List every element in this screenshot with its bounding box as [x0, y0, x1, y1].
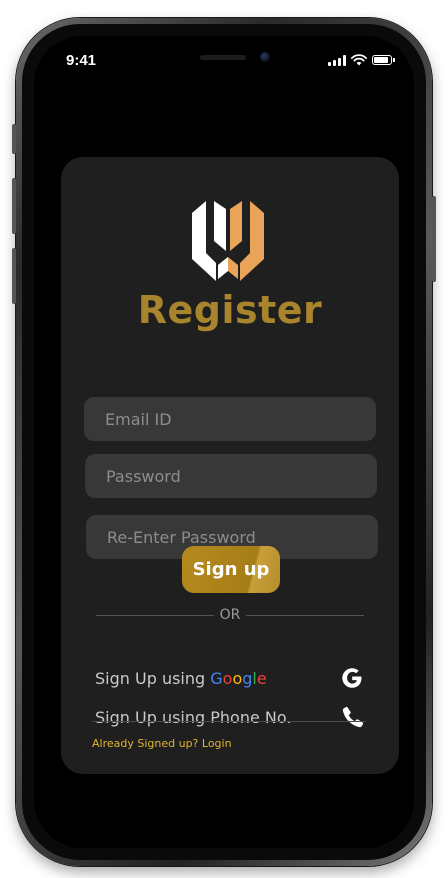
page-title: Register — [137, 288, 323, 332]
status-icons — [328, 54, 395, 66]
battery-icon — [372, 55, 395, 65]
google-signup-prefix: Sign Up using — [95, 668, 211, 688]
google-letter: o — [222, 668, 233, 688]
google-letter: e — [256, 668, 267, 688]
email-field[interactable]: Email ID — [84, 397, 376, 441]
login-link[interactable]: Already Signed up? Login — [92, 737, 232, 750]
google-g-icon[interactable] — [339, 665, 365, 691]
or-line-left — [96, 614, 214, 616]
phone-signup-label: Sign Up using Phone No. — [95, 707, 292, 727]
mute-switch — [12, 124, 16, 154]
cellular-signal-icon — [328, 54, 346, 66]
google-signup-label: Sign Up using Google — [95, 669, 267, 688]
status-time: 9:41 — [66, 52, 97, 69]
power-button — [432, 196, 436, 282]
phone-frame: 9:41 Register Email ID Password Re-Enter… — [12, 18, 436, 866]
or-label: OR — [219, 607, 241, 623]
google-letter: o — [232, 668, 243, 688]
phone-signup-option[interactable]: Sign Up using Phone No. — [95, 703, 365, 731]
battery-level — [374, 57, 389, 63]
phone-icon[interactable] — [341, 705, 365, 729]
google-letter: g — [242, 668, 253, 688]
google-wordmark: Google — [210, 669, 266, 688]
wifi-icon — [351, 54, 367, 66]
or-separator: OR — [96, 607, 364, 623]
screen: 9:41 Register Email ID Password Re-Enter… — [34, 36, 414, 848]
earpiece-speaker — [200, 55, 246, 60]
or-line-right — [246, 614, 364, 616]
google-signup-option[interactable]: Sign Up using Google — [95, 664, 365, 692]
volume-down-button — [12, 248, 16, 304]
volume-up-button — [12, 178, 16, 234]
uv-logo-icon — [192, 201, 264, 281]
signup-button[interactable]: Sign up — [182, 546, 280, 593]
front-camera — [260, 52, 270, 62]
register-card: Register Email ID Password Re-Enter Pass… — [61, 157, 399, 774]
footer-divider — [92, 721, 366, 722]
phone-bezel: 9:41 Register Email ID Password Re-Enter… — [22, 24, 426, 860]
google-letter: G — [210, 668, 223, 688]
password-field[interactable]: Password — [85, 454, 377, 498]
